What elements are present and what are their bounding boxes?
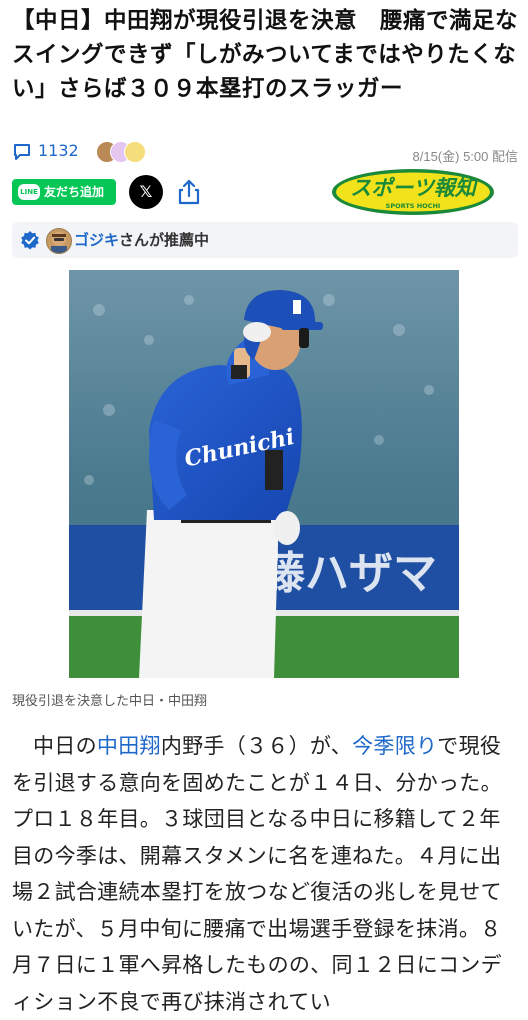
sports-hochi-logo[interactable]: スポーツ報知 SPORTS HOCHI	[330, 167, 496, 217]
article-meta: 1132 8/15(金) 5:00 配信	[12, 140, 518, 164]
body-text-a: 中日の	[33, 734, 97, 758]
recommend-suffix: さんが推薦中	[119, 231, 210, 249]
brand-sub: SPORTS HOCHI	[386, 202, 441, 210]
share-icon[interactable]	[174, 177, 204, 207]
player-link[interactable]: 中田翔	[97, 734, 161, 758]
comment-count[interactable]: 1132	[38, 140, 79, 162]
recommender-name[interactable]: ゴジキ	[74, 231, 119, 249]
line-logo-icon: LINE	[18, 184, 40, 200]
season-link[interactable]: 今季限り	[352, 734, 437, 758]
article-photo[interactable]: 藤ハザマ Chunichi	[69, 270, 459, 678]
verified-check-icon	[21, 231, 39, 250]
article-title: 【中日】中田翔が現役引退を決意 腰痛で満足なスイングできず「しがみついてまではや…	[12, 8, 519, 102]
recommend-text: ゴジキさんが推薦中	[74, 222, 209, 258]
line-add-friend-label: 友だち追加	[44, 185, 105, 199]
line-add-friend-button[interactable]: LINE 友だち追加	[12, 179, 116, 205]
recommender-avatar	[46, 228, 72, 254]
grin-face-icon	[124, 141, 146, 163]
share-row: LINE 友だち追加 𝕏 スポーツ報知 SPORTS HOCHI	[12, 169, 518, 215]
body-text-b: 内野手（３６）が、	[160, 734, 353, 758]
comment-icon[interactable]	[12, 142, 32, 162]
article-body: 中日の中田翔内野手（３６）が、今季限りで現役を引退する意向を固めたことが１４日、…	[12, 728, 520, 1020]
body-text-c: で現役を引退する意向を固めたことが１４日、分かった。プロ１８年目。３球団目となる…	[12, 734, 502, 1014]
publish-date: 8/15(金) 5:00 配信	[412, 149, 519, 164]
brand-name: スポーツ報知	[350, 176, 479, 200]
recommend-bar[interactable]: ゴジキさんが推薦中	[12, 222, 518, 258]
x-share-button[interactable]: 𝕏	[129, 175, 163, 209]
reaction-icons	[96, 140, 166, 163]
stadium-banner-text: 藤ハザマ	[261, 548, 437, 599]
photo-caption: 現役引退を決意した中日・中田翔	[12, 694, 208, 709]
player-photo-image: 藤ハザマ Chunichi	[69, 270, 459, 678]
